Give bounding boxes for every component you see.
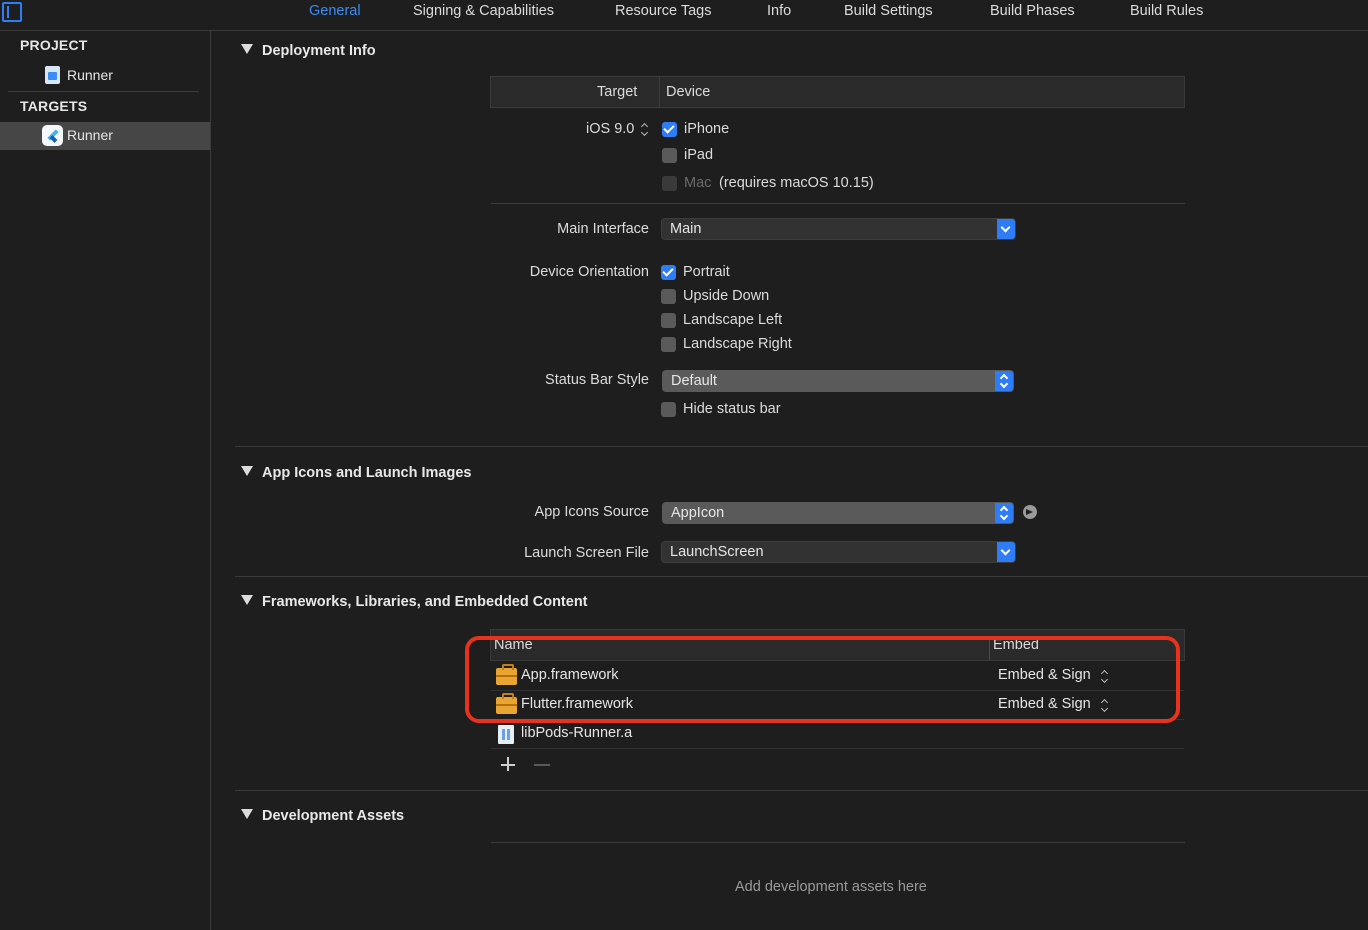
xcode-project-icon xyxy=(45,66,60,84)
column-device: Device xyxy=(666,84,711,100)
app-icons-source-popup[interactable]: AppIcon xyxy=(662,502,1014,524)
iphone-checkbox[interactable] xyxy=(662,122,677,137)
hide-status-bar-checkbox[interactable] xyxy=(661,402,676,417)
upside-down-checkbox[interactable] xyxy=(661,289,676,304)
mac-checkbox xyxy=(662,176,677,191)
dev-assets-placeholder: Add development assets here xyxy=(735,879,927,895)
project-header: PROJECT xyxy=(20,37,88,53)
status-bar-style-value: Default xyxy=(671,373,717,389)
version-stepper-icon[interactable] xyxy=(640,123,650,137)
main-interface-combobox[interactable]: Main xyxy=(661,218,1016,240)
section-title: Deployment Info xyxy=(262,43,376,59)
section-deployment-info[interactable]: Deployment Info xyxy=(241,43,376,59)
deployment-table-header: Target Device xyxy=(490,76,1185,108)
chevron-updown-icon[interactable] xyxy=(995,503,1013,523)
tab-build-phases[interactable]: Build Phases xyxy=(990,3,1075,19)
chevron-updown-icon[interactable] xyxy=(995,371,1013,391)
mac-requirement-note: (requires macOS 10.15) xyxy=(719,175,874,191)
sidebar-divider xyxy=(8,91,199,92)
tab-general[interactable]: General xyxy=(309,3,361,19)
project-navigator: PROJECT Runner TARGETS Runner xyxy=(0,31,211,930)
tab-resource-tags[interactable]: Resource Tags xyxy=(615,3,711,19)
section-divider xyxy=(235,790,1368,791)
chevron-down-icon[interactable] xyxy=(997,542,1015,562)
remove-framework-button[interactable] xyxy=(534,764,550,766)
sidebar-item-label: Runner xyxy=(67,127,113,143)
tab-build-settings[interactable]: Build Settings xyxy=(844,3,933,19)
column-divider xyxy=(659,77,660,107)
disclosure-triangle-icon[interactable] xyxy=(241,44,253,54)
framework-name: libPods-Runner.a xyxy=(521,725,633,741)
app-icons-source-value: AppIcon xyxy=(671,505,725,521)
section-divider xyxy=(235,576,1368,577)
editor-tab-bar: General Signing & Capabilities Resource … xyxy=(0,0,1368,31)
go-to-arrow-icon[interactable] xyxy=(1023,505,1037,519)
tab-build-rules[interactable]: Build Rules xyxy=(1130,3,1203,19)
tab-info[interactable]: Info xyxy=(767,3,791,19)
landscape-left-label: Landscape Left xyxy=(683,312,783,328)
section-title: Frameworks, Libraries, and Embedded Cont… xyxy=(262,594,588,610)
add-framework-button[interactable] xyxy=(500,756,516,772)
disclosure-triangle-icon[interactable] xyxy=(241,466,253,476)
launch-screen-file-label: Launch Screen File xyxy=(524,545,649,561)
disclosure-triangle-icon[interactable] xyxy=(241,595,253,605)
disclosure-triangle-icon[interactable] xyxy=(241,809,253,819)
flutter-app-icon xyxy=(42,125,63,146)
status-bar-style-label: Status Bar Style xyxy=(545,372,649,388)
landscape-right-label: Landscape Right xyxy=(683,336,792,352)
hide-status-bar-label: Hide status bar xyxy=(683,401,781,417)
section-title: Development Assets xyxy=(262,808,405,824)
mac-label: Mac xyxy=(684,175,712,191)
section-development-assets[interactable]: Development Assets xyxy=(241,808,404,824)
sidebar-item-project-runner[interactable]: Runner xyxy=(0,62,210,90)
table-row[interactable]: libPods-Runner.a xyxy=(491,720,1184,749)
section-title: App Icons and Launch Images xyxy=(262,465,472,481)
main-interface-value: Main xyxy=(670,221,702,237)
device-orientation-label: Device Orientation xyxy=(529,264,649,280)
divider xyxy=(491,203,1185,204)
ipad-checkbox[interactable] xyxy=(662,148,677,163)
portrait-checkbox[interactable] xyxy=(661,265,676,280)
chevron-down-icon[interactable] xyxy=(997,219,1015,239)
divider xyxy=(491,842,1185,843)
section-frameworks[interactable]: Frameworks, Libraries, and Embedded Cont… xyxy=(241,594,588,610)
ios-version-value[interactable]: iOS 9.0 xyxy=(586,121,634,137)
main-interface-label: Main Interface xyxy=(557,221,649,237)
sidebar-item-label: Runner xyxy=(67,67,113,83)
ipad-label: iPad xyxy=(684,147,714,163)
status-bar-style-popup[interactable]: Default xyxy=(662,370,1014,392)
section-app-icons[interactable]: App Icons and Launch Images xyxy=(241,465,471,481)
library-icon xyxy=(498,725,514,744)
app-icons-source-label: App Icons Source xyxy=(534,504,649,520)
targets-header: TARGETS xyxy=(20,98,88,114)
sidebar-toggle-icon[interactable] xyxy=(2,2,22,22)
iphone-label: iPhone xyxy=(684,121,730,137)
portrait-label: Portrait xyxy=(683,264,730,280)
column-target: Target xyxy=(597,84,638,100)
tab-signing-capabilities[interactable]: Signing & Capabilities xyxy=(413,3,554,19)
section-divider xyxy=(235,446,1368,447)
highlight-annotation xyxy=(465,636,1180,723)
launch-screen-combobox[interactable]: LaunchScreen xyxy=(661,541,1016,563)
landscape-right-checkbox[interactable] xyxy=(661,337,676,352)
sidebar-item-target-runner[interactable]: Runner xyxy=(0,122,210,150)
launch-screen-value: LaunchScreen xyxy=(670,544,764,560)
landscape-left-checkbox[interactable] xyxy=(661,313,676,328)
upside-down-label: Upside Down xyxy=(683,288,770,304)
